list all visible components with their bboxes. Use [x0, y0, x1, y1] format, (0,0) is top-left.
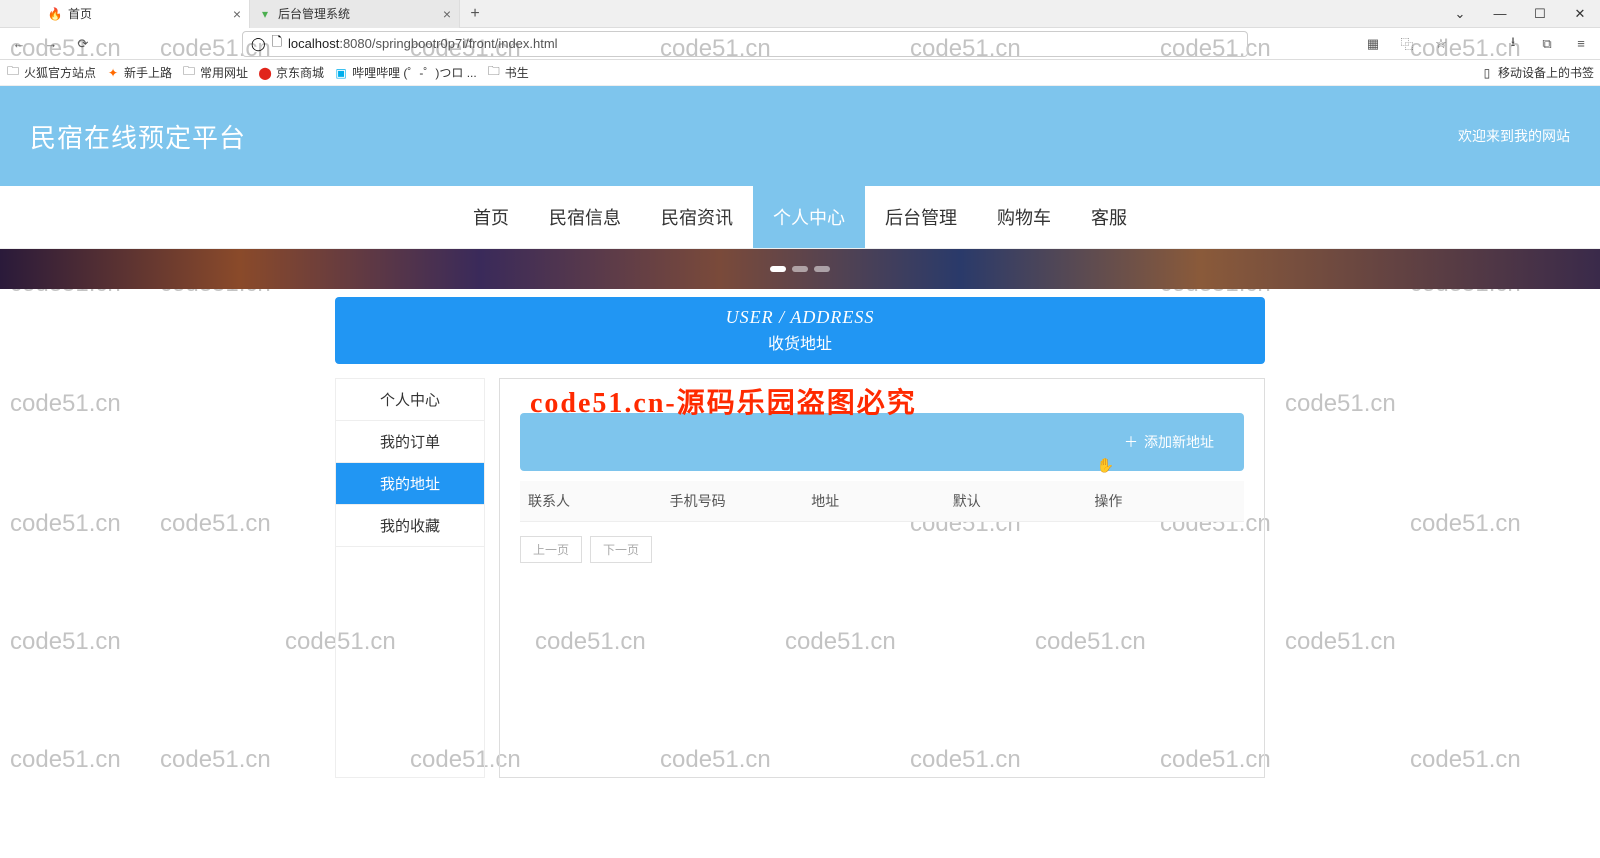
sidebar-item-address[interactable]: 我的地址 — [336, 463, 484, 505]
bookmarks-bar: 🗀火狐官方站点 ✦新手上路 🗀常用网址 ⬤京东商城 ▣哔哩哔哩 (゜-゜)つロ … — [0, 60, 1600, 86]
site-header: 民宿在线预定平台 欢迎来到我的网站 — [0, 86, 1600, 186]
nav-item-news[interactable]: 民宿资讯 — [641, 186, 753, 248]
th-address: 地址 — [811, 491, 953, 511]
qr-icon[interactable]: ▦ — [1360, 31, 1386, 57]
bilibili-icon: ▣ — [334, 66, 348, 80]
sidebar-item-favorites[interactable]: 我的收藏 — [336, 505, 484, 547]
add-address-button[interactable]: ＋ 添加新地址 — [520, 413, 1244, 471]
folder-icon: 🗀 — [182, 66, 196, 80]
maximize-icon[interactable]: ☐ — [1520, 0, 1560, 28]
user-sidebar: 个人中心 我的订单 我的地址 我的收藏 — [335, 378, 485, 778]
bookmark-item[interactable]: ▣哔哩哔哩 (゜-゜)つロ ... — [334, 64, 477, 81]
cursor-icon: ✋ — [1097, 457, 1114, 474]
folder-icon: 🗀 — [487, 66, 501, 80]
star-icon: ✦ — [106, 66, 120, 80]
section-title-en: USER / ADDRESS — [335, 307, 1265, 328]
nav-item-home[interactable]: 首页 — [453, 186, 529, 248]
nav-item-service[interactable]: 客服 — [1071, 186, 1147, 248]
bookmark-item[interactable]: ✦新手上路 — [106, 64, 172, 81]
shield-icon[interactable]: ◯ — [251, 36, 266, 52]
favicon-icon: 🔥 — [48, 7, 62, 21]
close-icon[interactable]: × — [233, 6, 241, 22]
nav-item-admin[interactable]: 后台管理 — [865, 186, 977, 248]
add-address-label: 添加新地址 — [1144, 432, 1214, 452]
pagination: 上一页 下一页 — [520, 536, 1244, 563]
mobile-bookmarks[interactable]: ▯移动设备上的书签 — [1480, 64, 1594, 81]
bookmark-item[interactable]: ⬤京东商城 — [258, 64, 324, 81]
nav-item-cart[interactable]: 购物车 — [977, 186, 1071, 248]
browser-tab[interactable]: ▾ 后台管理系统 × — [250, 0, 460, 28]
screenshot-icon[interactable]: ⿻ — [1394, 31, 1420, 57]
prev-page-button[interactable]: 上一页 — [520, 536, 582, 563]
browser-toolbar: ← → ⟳ ◯ 🗋 localhost:8080/springbootr0p7i… — [0, 28, 1600, 60]
content-panel: code51.cn-源码乐园盗图必究 ＋ 添加新地址 ✋ 联系人 手机号码 地址… — [499, 378, 1265, 778]
tab-title: 首页 — [68, 5, 92, 22]
carousel-dot[interactable] — [770, 266, 786, 272]
welcome-text: 欢迎来到我的网站 — [1458, 126, 1570, 146]
star-icon[interactable]: ☆ — [1428, 31, 1454, 57]
nav-item-personal[interactable]: 个人中心 — [753, 186, 865, 248]
extension-icon[interactable]: ⧉ — [1534, 31, 1560, 57]
th-action: 操作 — [1094, 491, 1236, 511]
table-header: 联系人 手机号码 地址 默认 操作 — [520, 481, 1244, 522]
close-window-icon[interactable]: ✕ — [1560, 0, 1600, 28]
watermark-overlay: code51.cn-源码乐园盗图必究 — [530, 381, 1264, 421]
th-default: 默认 — [953, 491, 1095, 511]
carousel-banner[interactable] — [0, 249, 1600, 289]
folder-icon: 🗀 — [6, 66, 20, 80]
plus-icon: ＋ — [1124, 432, 1138, 452]
url-bar[interactable]: ◯ 🗋 localhost:8080/springbootr0p7i/front… — [242, 31, 1248, 57]
bookmark-item[interactable]: 🗀常用网址 — [182, 64, 248, 81]
carousel-dot[interactable] — [814, 266, 830, 272]
site-title: 民宿在线预定平台 — [30, 118, 246, 155]
th-contact: 联系人 — [528, 491, 670, 511]
bookmark-item[interactable]: 🗀书生 — [487, 64, 529, 81]
reload-icon[interactable]: ⟳ — [70, 31, 96, 57]
forward-icon[interactable]: → — [38, 31, 64, 57]
jd-icon: ⬤ — [258, 66, 272, 80]
carousel-dot[interactable] — [792, 266, 808, 272]
new-tab-button[interactable]: + — [460, 5, 490, 23]
th-phone: 手机号码 — [670, 491, 812, 511]
favicon-icon: ▾ — [258, 7, 272, 21]
menu-icon[interactable]: ≡ — [1568, 31, 1594, 57]
mobile-icon: ▯ — [1480, 66, 1494, 80]
section-header: USER / ADDRESS 收货地址 — [335, 297, 1265, 364]
back-icon[interactable]: ← — [6, 31, 32, 57]
sidebar-item-orders[interactable]: 我的订单 — [336, 421, 484, 463]
next-page-button[interactable]: 下一页 — [590, 536, 652, 563]
carousel-dots — [770, 266, 830, 272]
url-text: localhost:8080/springbootr0p7i/front/ind… — [288, 36, 558, 51]
minimize-icon[interactable]: — — [1480, 0, 1520, 28]
main-nav: 首页 民宿信息 民宿资讯 个人中心 后台管理 购物车 客服 — [0, 186, 1600, 249]
bookmark-item[interactable]: 🗀火狐官方站点 — [6, 64, 96, 81]
nav-item-info[interactable]: 民宿信息 — [529, 186, 641, 248]
browser-tab-active[interactable]: 🔥 首页 × — [40, 0, 250, 28]
window-dropdown-icon[interactable]: ⌄ — [1440, 0, 1480, 28]
lock-icon[interactable]: 🗋 — [272, 33, 282, 55]
tab-title: 后台管理系统 — [278, 5, 350, 22]
sidebar-item-profile[interactable]: 个人中心 — [336, 379, 484, 421]
tab-strip: 🔥 首页 × ▾ 后台管理系统 × + ⌄ — ☐ ✕ — [0, 0, 1600, 28]
close-icon[interactable]: × — [443, 6, 451, 22]
download-icon[interactable]: ⭳ — [1500, 31, 1526, 57]
section-title-cn: 收货地址 — [335, 330, 1265, 354]
